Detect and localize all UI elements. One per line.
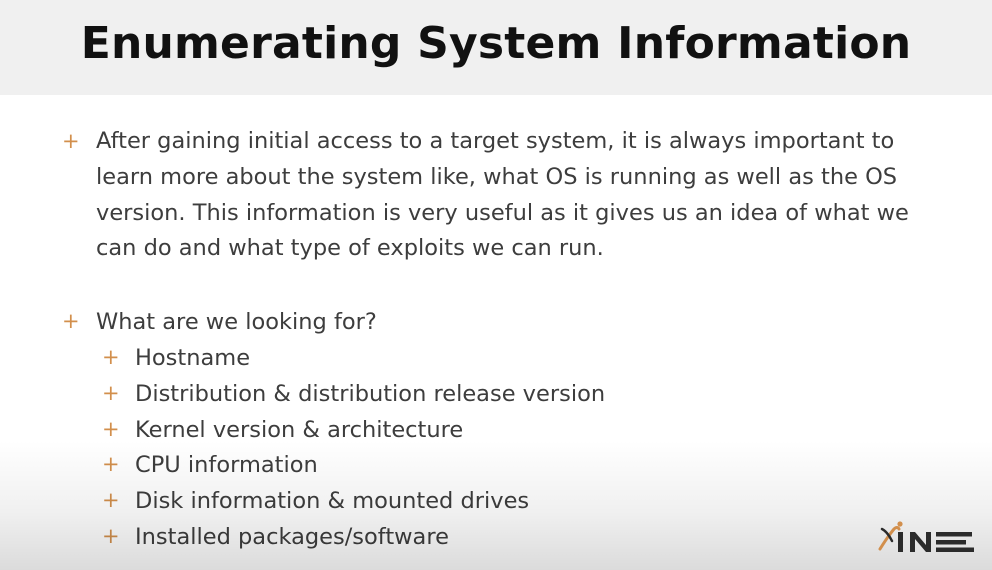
bullet-question: What are we looking for? xyxy=(96,309,377,335)
sub-item-disk: Disk information & mounted drives xyxy=(135,488,530,514)
paragraph-line: learn more about the system like, what O… xyxy=(96,163,898,190)
sub-item-distribution: Distribution & distribution release vers… xyxy=(135,381,606,407)
sub-bullet-plus-icon: + xyxy=(102,524,120,548)
paragraph-line: can do and what type of exploits we can … xyxy=(96,235,604,262)
paragraph-line: After gaining initial access to a target… xyxy=(96,128,895,154)
sub-bullet-plus-icon: + xyxy=(102,452,120,476)
paragraph-line: version. This information is very useful… xyxy=(96,199,909,226)
bullet-plus-icon: + xyxy=(62,129,80,153)
sub-item-hostname: Hostname xyxy=(135,345,251,371)
sub-item-kernel: Kernel version & architecture xyxy=(135,417,464,443)
sub-item-packages: Installed packages/software xyxy=(135,524,449,550)
sub-bullet-plus-icon: + xyxy=(102,381,120,405)
sub-bullet-plus-icon: + xyxy=(102,417,120,441)
sub-item-cpu: CPU information xyxy=(135,452,318,478)
sub-bullet-plus-icon: + xyxy=(102,345,120,369)
sub-bullet-plus-icon: + xyxy=(102,488,120,512)
bullet-paragraph: After gaining initial access to a target… xyxy=(96,124,956,267)
bullet-plus-icon: + xyxy=(62,309,80,333)
ine-logo-icon xyxy=(878,521,974,552)
slide-title: Enumerating System Information xyxy=(80,18,912,69)
